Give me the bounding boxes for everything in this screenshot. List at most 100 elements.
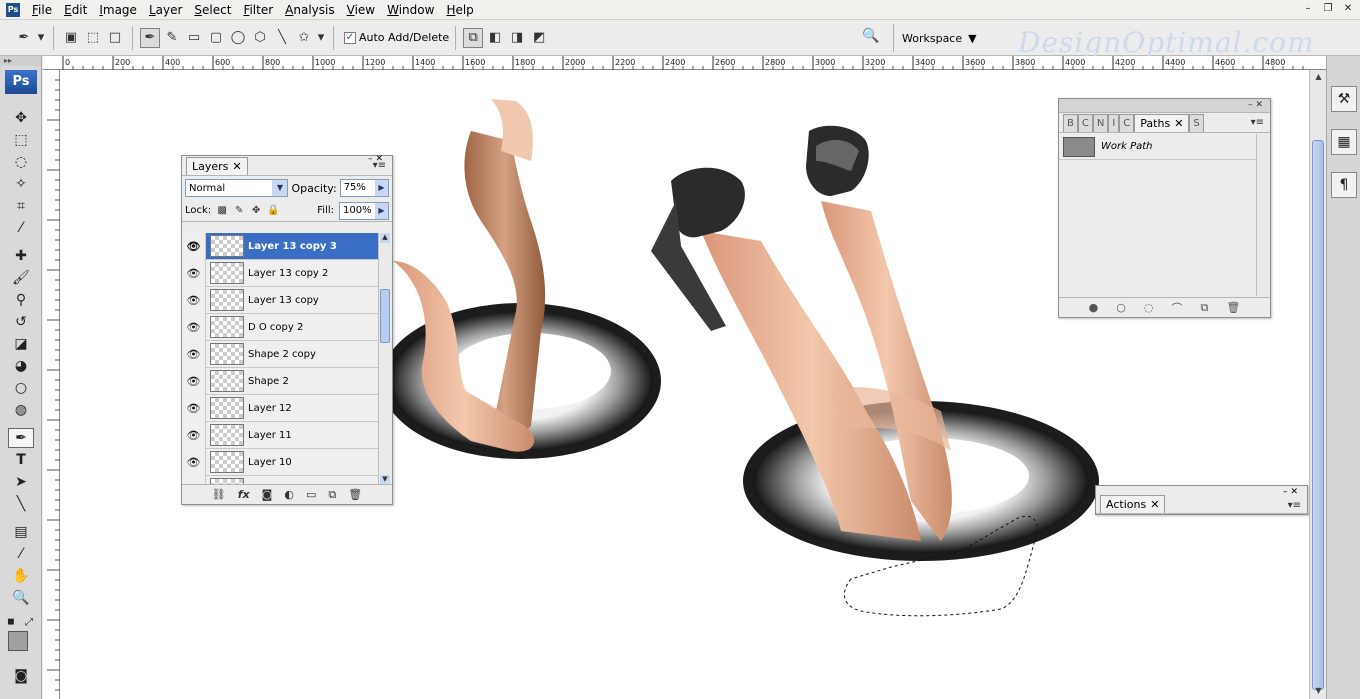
menu-file[interactable]: File — [26, 0, 58, 20]
geometry-options-icon[interactable]: ▾ — [316, 28, 326, 48]
layer-row[interactable]: 👁 Shape 2 — [182, 367, 379, 395]
make-work-path-icon[interactable]: ⌒ — [1172, 300, 1183, 316]
blur-tool-icon[interactable]: ◍ — [8, 400, 34, 420]
visibility-eye-icon[interactable]: 👁 — [182, 421, 206, 449]
new-layer-icon[interactable]: ⧉ — [328, 488, 336, 502]
polygon-tool-icon[interactable]: ⬡ — [250, 28, 270, 48]
freeform-pen-icon[interactable]: ✎ — [162, 28, 182, 48]
toolbox-grip[interactable]: ▸▸ — [0, 56, 41, 66]
lock-image-icon[interactable]: ✎ — [233, 205, 245, 217]
color-swatches[interactable] — [8, 631, 38, 661]
visibility-eye-icon[interactable]: 👁 — [182, 313, 206, 341]
fill-path-icon[interactable]: ● — [1089, 301, 1099, 314]
auto-add-delete-option[interactable]: ✓ Auto Add/Delete — [344, 31, 449, 44]
layer-row[interactable]: 👁 Layer 13 copy 2 — [182, 259, 379, 287]
lock-position-icon[interactable]: ✥ — [250, 205, 262, 217]
eyedropper-icon[interactable]: ⁄ — [8, 544, 34, 564]
app-icon[interactable]: Ps — [6, 2, 20, 17]
path-intersect-mode-icon[interactable]: ◨ — [507, 28, 527, 48]
lock-all-icon[interactable]: 🔒 — [267, 205, 279, 217]
panel-controls[interactable]: –✕ — [1283, 487, 1301, 497]
close-button[interactable]: ✕ — [1340, 2, 1356, 16]
menu-select[interactable]: Select — [188, 0, 237, 20]
notes-tool-icon[interactable]: ▤ — [8, 522, 34, 542]
workspace-menu[interactable]: Workspace ▼ — [893, 24, 977, 52]
layer-row[interactable]: 👁 Layer 10 — [182, 448, 379, 476]
eyedropper-tool-icon[interactable]: ⁄ — [8, 218, 34, 238]
opacity-input[interactable]: 75% ▶ — [339, 179, 389, 197]
dodge-tool-icon[interactable]: ○ — [8, 378, 34, 398]
delete-layer-icon[interactable]: 🗑 — [348, 488, 362, 501]
blend-mode-select[interactable]: Normal ▼ — [185, 179, 289, 197]
layer-list-scrollbar[interactable]: ▲ ▼ — [378, 233, 391, 485]
shape-layers-mode-icon[interactable]: ▣ — [61, 28, 81, 48]
clone-stamp-icon[interactable]: ⚲ — [8, 290, 34, 310]
bridge-icon[interactable]: 🔍 — [862, 28, 884, 46]
tab-paths[interactable]: Paths ✕ — [1134, 114, 1190, 132]
pen-tool-icon[interactable]: ✒ — [140, 27, 160, 48]
magic-wand-icon[interactable]: ✧ — [8, 174, 34, 194]
ellipse-tool-icon[interactable]: ◯ — [228, 28, 248, 48]
menu-edit[interactable]: Edit — [58, 0, 93, 20]
path-row[interactable]: Work Path — [1059, 134, 1256, 160]
panel-controls[interactable]: –✕ — [1248, 99, 1266, 111]
panel-controls[interactable]: –✕ — [368, 154, 386, 164]
pen-tool-icon[interactable]: ✒ — [8, 428, 34, 448]
scrollbar-thumb[interactable] — [1312, 140, 1324, 690]
layer-row[interactable]: 👁 Layer 11 — [182, 421, 379, 449]
scrollbar-thumb[interactable] — [380, 289, 390, 343]
path-exclude-mode-icon[interactable]: ◩ — [529, 28, 549, 48]
vertical-scrollbar[interactable]: ▲ ▼ — [1309, 70, 1326, 699]
layer-style-icon[interactable]: fx — [238, 488, 250, 501]
panel-menu-icon[interactable]: ▾≡ — [1251, 117, 1264, 128]
brush-tool-icon[interactable]: 🖌 — [8, 268, 34, 288]
layer-row[interactable]: 👁 D O copy 2 — [182, 313, 379, 341]
path-selection-icon[interactable]: ➤ — [8, 472, 34, 492]
close-icon[interactable]: ✕ — [232, 160, 241, 173]
layer-row[interactable]: 👁 Layer 13 copy 3 — [182, 233, 379, 260]
visibility-eye-icon[interactable]: 👁 — [182, 448, 206, 476]
visibility-eye-icon[interactable]: 👁 — [182, 233, 206, 260]
swap-colors-icon[interactable]: ⤢ — [22, 612, 36, 632]
tab-brushes[interactable]: B — [1063, 114, 1078, 132]
visibility-eye-icon[interactable]: 👁 — [182, 340, 206, 368]
foreground-color[interactable] — [8, 631, 28, 651]
preset-dropdown-icon[interactable]: ▾ — [36, 28, 46, 48]
visibility-eye-icon[interactable]: 👁 — [182, 259, 206, 287]
close-icon[interactable]: ✕ — [1174, 117, 1183, 130]
zoom-tool-icon[interactable]: 🔍 — [8, 588, 34, 608]
delete-path-icon[interactable]: 🗑 — [1226, 301, 1240, 314]
panel-menu-icon[interactable]: ▾≡ — [1288, 500, 1301, 511]
new-path-icon[interactable]: ⧉ — [1201, 301, 1209, 315]
path-list-scrollbar[interactable] — [1256, 134, 1269, 296]
visibility-eye-icon[interactable]: 👁 — [182, 394, 206, 422]
move-tool-icon[interactable]: ✥ — [8, 108, 34, 128]
path-add-mode-icon[interactable]: ⧉ — [463, 27, 484, 48]
tab-actions[interactable]: Actions ✕ — [1100, 495, 1166, 513]
menu-analysis[interactable]: Analysis — [279, 0, 340, 20]
tool-presets-icon[interactable]: ⚒ — [1331, 86, 1357, 112]
minimize-button[interactable]: – — [1300, 2, 1316, 16]
visibility-eye-icon[interactable]: 👁 — [182, 286, 206, 314]
tab-navigator[interactable]: N — [1092, 114, 1109, 132]
stroke-path-icon[interactable]: ○ — [1116, 301, 1126, 314]
lock-transparency-icon[interactable]: ▩ — [216, 205, 228, 217]
tab-clone-source[interactable]: C — [1077, 114, 1093, 132]
scroll-up-arrow-icon[interactable]: ▲ — [380, 233, 390, 243]
load-selection-icon[interactable]: ◌ — [1144, 301, 1154, 314]
rectangle-tool-icon[interactable]: ▭ — [184, 28, 204, 48]
tab-info[interactable]: I — [1108, 114, 1120, 132]
quick-mask-icon[interactable]: ◙ — [8, 666, 34, 686]
link-layers-icon[interactable]: ⛓ — [212, 488, 226, 501]
history-brush-icon[interactable]: ↺ — [8, 312, 34, 332]
healing-brush-icon[interactable]: ✚ — [8, 246, 34, 266]
eraser-tool-icon[interactable]: ◪ — [8, 334, 34, 354]
ps-logo[interactable]: Ps — [5, 70, 37, 94]
fill-input[interactable]: 100% ▶ — [339, 201, 389, 220]
layer-row[interactable]: 👁 Layer 12 — [182, 394, 379, 422]
tab-styles[interactable]: S — [1189, 114, 1204, 132]
restore-button[interactable]: ❐ — [1320, 2, 1336, 16]
menu-image[interactable]: Image — [93, 0, 143, 20]
scroll-up-arrow-icon[interactable]: ▲ — [1313, 72, 1324, 83]
visibility-eye-icon[interactable]: 👁 — [182, 367, 206, 395]
